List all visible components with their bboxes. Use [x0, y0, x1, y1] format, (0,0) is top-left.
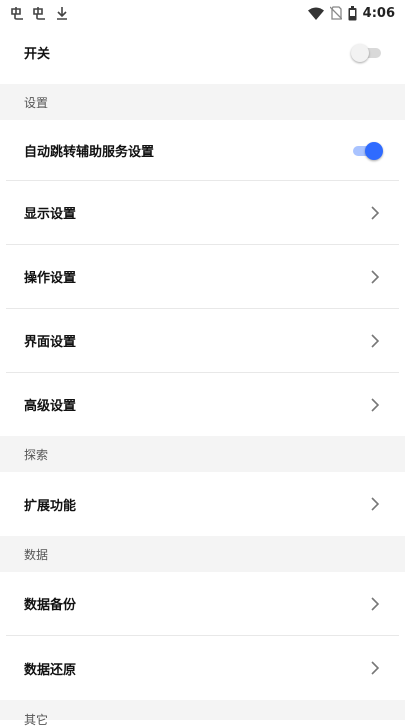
- advanced-settings-label: 高级设置: [24, 399, 77, 414]
- interface-settings-label: 界面设置: [24, 335, 77, 350]
- chevron-right-icon: [371, 269, 380, 284]
- data-restore-row[interactable]: 数据还原: [0, 636, 405, 700]
- auto-jump-accessibility-row[interactable]: 自动跳转辅助服务设置: [0, 120, 405, 180]
- main-switch-label: 开关: [24, 46, 51, 62]
- clock: 4:06: [362, 5, 395, 21]
- interface-settings-row[interactable]: 界面设置: [0, 309, 405, 372]
- operation-settings-row[interactable]: 操作设置: [0, 245, 405, 308]
- switch-thumb: [365, 142, 383, 160]
- wifi-icon: [307, 7, 324, 20]
- auto-jump-label: 自动跳转辅助服务设置: [24, 144, 155, 160]
- status-bar: 4:06: [0, 0, 405, 26]
- chevron-right-icon: [371, 205, 380, 220]
- notification-app-icon: [11, 7, 23, 20]
- auto-jump-toggle[interactable]: [351, 141, 383, 160]
- section-header-other: 其它: [0, 700, 405, 727]
- advanced-settings-row[interactable]: 高级设置: [0, 373, 405, 436]
- main-switch-toggle[interactable]: [351, 43, 381, 62]
- chevron-right-icon: [371, 497, 380, 511]
- section-header-explore: 探索: [0, 436, 405, 472]
- extensions-label: 扩展功能: [24, 498, 77, 514]
- display-settings-label: 显示设置: [24, 207, 77, 222]
- no-sim-icon: [329, 6, 342, 20]
- chevron-right-icon: [371, 333, 380, 348]
- data-restore-label: 数据还原: [24, 662, 77, 678]
- display-settings-row[interactable]: 显示设置: [0, 181, 405, 244]
- data-backup-row[interactable]: 数据备份: [0, 572, 405, 635]
- chevron-right-icon: [371, 397, 380, 412]
- main-switch-row[interactable]: 开关: [0, 26, 405, 78]
- section-header-data: 数据: [0, 536, 405, 572]
- switch-thumb: [351, 44, 369, 62]
- chevron-right-icon: [371, 596, 380, 611]
- section-header-settings: 设置: [0, 84, 405, 120]
- battery-icon: [348, 5, 357, 20]
- download-icon: [57, 7, 67, 20]
- chevron-right-icon: [371, 661, 380, 675]
- data-backup-label: 数据备份: [24, 598, 77, 613]
- extensions-row[interactable]: 扩展功能: [0, 472, 405, 536]
- notification-app-icon: [33, 7, 45, 20]
- operation-settings-label: 操作设置: [24, 271, 77, 286]
